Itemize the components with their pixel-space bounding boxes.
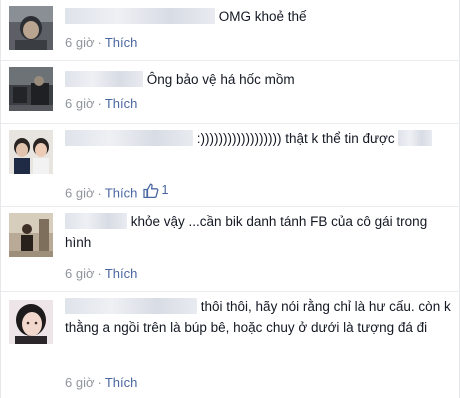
comment-timestamp[interactable]: 6 giờ — [65, 186, 95, 201]
meta-separator: · — [97, 35, 102, 50]
avatar[interactable] — [9, 300, 53, 344]
comment-item: :)))))))))))))))))) thật k thể tin được … — [1, 124, 460, 206]
avatar[interactable] — [9, 130, 53, 174]
comment-timestamp[interactable]: 6 giờ — [65, 266, 95, 281]
thumbs-up-icon — [143, 183, 159, 198]
blurred-author-name — [65, 8, 215, 24]
comment-text: OMG khoẻ thế — [218, 9, 307, 24]
avatar[interactable] — [9, 6, 53, 50]
meta-separator: · — [97, 266, 102, 281]
comment-timestamp[interactable]: 6 giờ — [65, 35, 95, 50]
meta-separator: · — [97, 185, 102, 201]
like-count[interactable]: 1 — [143, 181, 169, 199]
blurred-author-name — [65, 213, 127, 229]
comment-text: :)))))))))))))))))) thật k thể tin được — [196, 131, 395, 146]
meta-separator: · — [97, 375, 102, 390]
comment-text: Ông bảo vệ há hốc mồm — [146, 72, 295, 87]
avatar[interactable] — [9, 213, 53, 257]
comment-feed: OMG khoẻ thế 6 giờ · Thích Ông bảo vệ há h… — [0, 0, 460, 398]
like-link[interactable]: Thích — [105, 375, 138, 390]
comment-item: Ông bảo vệ há hốc mồm 6 giờ · Thích — [1, 61, 460, 123]
comment-item: khỏe vậy ...cần bik danh tánh FB của cô … — [1, 207, 460, 291]
blurred-author-name — [65, 298, 197, 314]
like-link[interactable]: Thích — [105, 266, 138, 281]
blurred-author-name — [65, 71, 143, 87]
avatar[interactable] — [9, 67, 53, 111]
like-link[interactable]: Thích — [105, 96, 138, 111]
like-link[interactable]: Thích — [105, 35, 138, 50]
blurred-author-name — [65, 130, 193, 146]
like-link[interactable]: Thích — [105, 186, 138, 201]
comment-item: OMG khoẻ thế 6 giờ · Thích — [1, 0, 460, 60]
like-count-number: 1 — [161, 182, 169, 197]
meta-separator: · — [97, 96, 102, 111]
blurred-tag — [398, 130, 433, 146]
comment-item: thôi thôi, hãy nói rằng chỉ là hư cấu. c… — [1, 292, 460, 398]
comment-timestamp[interactable]: 6 giờ — [65, 375, 95, 390]
comment-timestamp[interactable]: 6 giờ — [65, 96, 95, 111]
